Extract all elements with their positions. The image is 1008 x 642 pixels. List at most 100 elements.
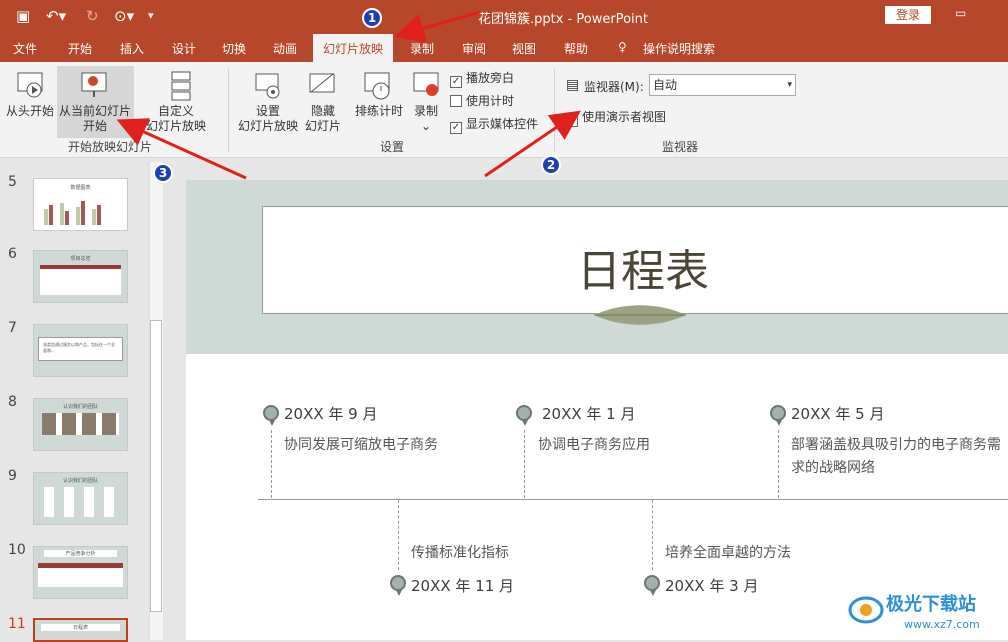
thumb-photos (42, 413, 119, 435)
slide-thumbnail[interactable]: 产品竞争分析 (33, 546, 128, 599)
slideshow-from-beginning-icon (17, 72, 43, 98)
slide-thumbnail[interactable]: 认识我们的团队 (33, 472, 128, 525)
undo-icon[interactable]: ↶▾ (46, 7, 66, 25)
checkbox-show-media[interactable]: ✓ (450, 122, 462, 134)
tab-view[interactable]: 视图 (512, 40, 536, 57)
slide-thumbnails-pane: 5 数据图表 6 项目总览 7 该类型通过服务以和产品，包括在一个全面和... … (0, 158, 168, 642)
monitor-select-value: 自动 (653, 78, 678, 92)
timeline-axis (258, 499, 1008, 500)
thumb-number: 9 (8, 468, 17, 484)
tab-design[interactable]: 设计 (172, 40, 196, 57)
save-icon[interactable]: ▣ (16, 7, 30, 25)
from-beginning-button[interactable]: 从头开始 (6, 104, 54, 119)
tell-me-search[interactable]: 操作说明搜索 (643, 40, 715, 57)
record-icon (413, 72, 439, 96)
setup-slideshow-button[interactable]: 设置 幻灯片放映 (238, 104, 298, 134)
watermark-text: 极光下载站 (886, 594, 976, 615)
milestone-desc: 协调电子商务应用 (538, 437, 650, 453)
rehearse-timings-button[interactable]: 排练计时 (355, 104, 403, 119)
show-media-checkbox[interactable]: ✓ 显示媒体控件 (450, 115, 538, 134)
timeline-pin (770, 405, 786, 426)
thumb-table (40, 265, 121, 295)
scrollbar-thumb[interactable] (150, 320, 162, 612)
play-narration-checkbox[interactable]: ✓ 播放旁白 (450, 69, 514, 88)
setup-label-1: 设置 (256, 104, 281, 118)
thumb-table (38, 563, 123, 587)
monitor-select[interactable]: 自动 ▾ (649, 74, 796, 96)
monitor-icon: ▤ (566, 77, 580, 93)
step-badge-3: 3 (153, 163, 173, 183)
hide-slide-button[interactable]: 隐藏 幻灯片 (305, 104, 341, 134)
chevron-down-icon[interactable]: ▾ (787, 75, 792, 95)
custom-label-1: 自定义 (158, 104, 195, 118)
timeline-pin (644, 575, 660, 596)
setup-slideshow-icon (255, 73, 280, 99)
ribbon: 从头开始 从当前幻灯片 开始 自定义 幻灯片放映 开始放映幻灯片 设置 幻灯片放… (0, 62, 1008, 158)
hide-label-1: 隐藏 (311, 104, 336, 118)
tab-slideshow[interactable]: 幻灯片放映 (313, 34, 394, 62)
use-timings-label: 使用计时 (466, 94, 515, 108)
milestone-date: 20XX 年 1 月 (542, 405, 636, 423)
tab-record[interactable]: 录制 (410, 40, 434, 57)
title-bar: ▣ ↶▾ ↻ ⊙▾ ▾ 花团锦簇.pptx - PowerPoint 登录 ▭ (0, 0, 1008, 32)
from-current-label-2: 开始 (83, 119, 108, 133)
thumb-photos (44, 487, 117, 517)
record-button[interactable]: 录制 ⌄ (414, 104, 438, 134)
from-current-label-1: 从当前幻灯片 (59, 104, 132, 118)
redo-icon[interactable]: ↻ (86, 7, 99, 25)
timeline-pin (263, 405, 279, 426)
ribbon-display-icon[interactable]: ▭ (955, 6, 966, 20)
slide-thumbnail[interactable]: 项目总览 (33, 250, 128, 303)
slide-thumbnail[interactable]: 认识我们的团队 (33, 398, 128, 451)
tab-home[interactable]: 开始 (68, 40, 92, 57)
thumb-number: 11 (8, 616, 26, 632)
rehearse-timings-icon (364, 72, 390, 100)
timeline-connector (652, 500, 653, 570)
checkbox-presenter-view[interactable]: ✓ (566, 115, 578, 127)
timeline-connector (778, 430, 779, 498)
slide-thumbnail[interactable]: 该类型通过服务以和产品，包括在一个全面和... (33, 324, 128, 377)
start-slideshow-icon[interactable]: ⊙▾ (114, 7, 134, 25)
tab-transitions[interactable]: 切换 (222, 40, 246, 57)
checkbox-play-narration[interactable]: ✓ (450, 76, 462, 88)
slide-title: 日程表 (577, 246, 709, 297)
milestone-desc: 传播标准化指标 (411, 545, 509, 561)
presenter-view-checkbox[interactable]: ✓ 使用演示者视图 (566, 108, 666, 127)
milestone-desc: 部署涵盖极具吸引力的电子商务需求的战略网络 (791, 437, 1001, 476)
record-label: 录制 (414, 104, 439, 118)
title-placeholder[interactable]: 日程表 (262, 206, 1008, 314)
thumb-chart (44, 201, 101, 225)
show-media-label: 显示媒体控件 (466, 117, 539, 131)
tab-animations[interactable]: 动画 (273, 40, 297, 57)
thumb-number: 6 (8, 246, 17, 262)
group-separator (554, 68, 555, 152)
thumb-caption: 认识我们的团队 (62, 478, 98, 484)
milestone-date: 20XX 年 11 月 (411, 577, 515, 595)
thumb-number: 10 (8, 542, 26, 558)
slide-canvas[interactable]: 日程表 20XX 年 9 月 协同发展可缩放电子商务 20XX 年 1 月 协调… (186, 180, 1008, 640)
tab-review[interactable]: 审阅 (462, 40, 486, 57)
setup-label-2: 幻灯片放映 (238, 119, 299, 133)
thumb-caption: 项目总览 (70, 256, 91, 262)
tab-insert[interactable]: 插入 (120, 40, 144, 57)
customize-toolbar-icon[interactable]: ▾ (148, 7, 154, 25)
group-setup-label: 设置 (380, 140, 405, 154)
hide-label-2: 幻灯片 (305, 119, 342, 133)
use-timings-checkbox[interactable]: 使用计时 (450, 92, 514, 109)
slide-thumbnail-selected[interactable]: 日程表 (33, 618, 128, 642)
play-narration-label: 播放旁白 (466, 71, 515, 85)
from-current-button[interactable]: 从当前幻灯片 开始 (59, 104, 131, 134)
leaf-ornament-icon (594, 305, 686, 325)
custom-label-2: 幻灯片放映 (146, 119, 207, 133)
checkbox-use-timings[interactable] (450, 95, 462, 107)
tab-file[interactable]: 文件 (13, 40, 37, 57)
tab-help[interactable]: 帮助 (564, 40, 588, 57)
watermark: 极光下载站 www.xz7.com (846, 586, 1006, 638)
custom-slideshow-button[interactable]: 自定义 幻灯片放映 (146, 104, 206, 134)
slide-thumbnail[interactable]: 数据图表 (33, 178, 128, 231)
timeline-pin (390, 575, 406, 596)
milestone-date: 20XX 年 9 月 (284, 405, 378, 423)
login-button[interactable]: 登录 (885, 6, 931, 24)
hide-slide-icon (309, 73, 335, 93)
document-title: 花团锦簇.pptx - PowerPoint (478, 12, 648, 27)
